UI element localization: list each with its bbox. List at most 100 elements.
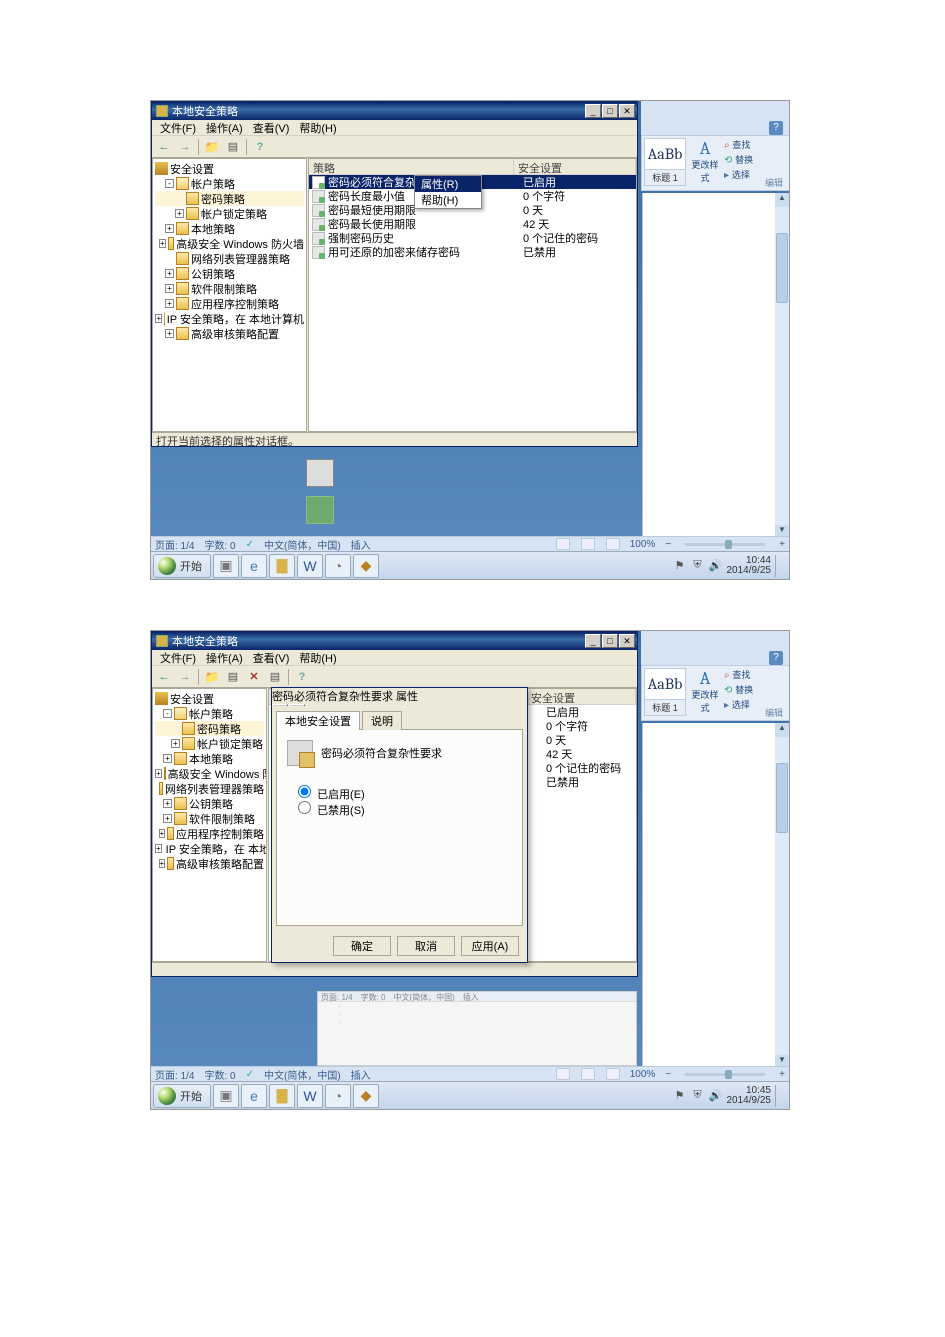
context-menu-properties[interactable]: 属性(R): [415, 176, 481, 192]
cancel-button[interactable]: 取消: [397, 936, 455, 956]
tray-network-icon[interactable]: ⛨: [691, 1089, 705, 1103]
expander[interactable]: +: [155, 844, 162, 853]
taskbar-server-manager[interactable]: ▣: [213, 554, 239, 578]
expander[interactable]: -: [163, 709, 172, 718]
scroll-thumb[interactable]: [776, 763, 788, 833]
zoom-pct[interactable]: 100%: [630, 1069, 656, 1080]
status-lang[interactable]: 中文(简体，中国): [264, 537, 341, 552]
ribbon-help-icon[interactable]: ?: [769, 651, 783, 665]
up-button[interactable]: [202, 138, 222, 156]
tree-item[interactable]: +IP 安全策略，在 本地计算: [155, 841, 264, 856]
view-read-icon[interactable]: [581, 1068, 595, 1080]
zoom-minus[interactable]: −: [665, 1069, 671, 1080]
expander[interactable]: +: [155, 314, 162, 323]
column-policy[interactable]: 策略: [309, 159, 514, 174]
scroll-up-arrow[interactable]: ▲: [775, 723, 789, 737]
scroll-thumb[interactable]: [776, 233, 788, 303]
taskbar-disk[interactable]: ◔: [325, 554, 351, 578]
forward-button[interactable]: [175, 138, 195, 156]
tree-item[interactable]: -帐户策略: [155, 706, 264, 721]
expander[interactable]: +: [171, 739, 180, 748]
view-print-icon[interactable]: [556, 1068, 570, 1080]
menu-view[interactable]: 查看(V): [249, 650, 294, 666]
status-proof-icon[interactable]: ✓: [246, 1069, 254, 1080]
style-gallery-item[interactable]: AaBb 标题 1: [644, 668, 686, 716]
list-row[interactable]: 密码最长使用期限42 天: [309, 217, 636, 231]
tray-flag-icon[interactable]: ⚑: [673, 1089, 687, 1103]
view-web-icon[interactable]: [606, 538, 620, 550]
menu-action[interactable]: 操作(A): [202, 650, 247, 666]
status-page[interactable]: 页面: 1/4: [155, 537, 194, 552]
show-desktop-button[interactable]: [775, 555, 783, 577]
menu-view[interactable]: 查看(V): [249, 120, 294, 136]
scroll-up-arrow[interactable]: ▲: [775, 193, 789, 207]
status-page[interactable]: 页面: 1/4: [155, 1067, 194, 1082]
start-button[interactable]: 开始: [153, 554, 211, 578]
expander[interactable]: -: [165, 179, 174, 188]
apply-button[interactable]: 应用(A): [461, 936, 519, 956]
tree-item[interactable]: 密码策略: [155, 191, 304, 206]
zoom-slider[interactable]: [685, 1073, 765, 1076]
status-words[interactable]: 字数: 0: [204, 1067, 235, 1082]
titlebar[interactable]: 本地安全策略 _ □ ✕: [152, 102, 637, 120]
taskbar-secpol[interactable]: ◆: [353, 1084, 379, 1108]
vertical-scrollbar[interactable]: ▲ ▼: [775, 723, 789, 1069]
desktop-icon-recycle[interactable]: [296, 459, 344, 489]
taskbar-explorer[interactable]: ▇: [269, 1084, 295, 1108]
tree-item[interactable]: +本地策略: [155, 751, 264, 766]
maximize-button[interactable]: □: [602, 104, 618, 118]
menu-action[interactable]: 操作(A): [202, 120, 247, 136]
help-button[interactable]: [250, 138, 270, 156]
taskbar-explorer[interactable]: ▇: [269, 554, 295, 578]
change-styles-button[interactable]: A 更改样式: [690, 668, 720, 716]
list-row[interactable]: 强制密码历史0 个记住的密码: [309, 231, 636, 245]
status-mode[interactable]: 插入: [351, 537, 371, 552]
expander[interactable]: +: [163, 754, 172, 763]
tree-item[interactable]: 密码策略: [155, 721, 264, 736]
expander[interactable]: +: [159, 829, 166, 838]
menu-help[interactable]: 帮助(H): [295, 120, 340, 136]
select-button[interactable]: 选择: [724, 168, 768, 183]
tree-item[interactable]: +帐户锁定策略: [155, 736, 264, 751]
zoom-pct[interactable]: 100%: [630, 539, 656, 550]
back-button[interactable]: [154, 668, 174, 686]
close-button[interactable]: ✕: [619, 634, 635, 648]
tree-pane[interactable]: 安全设置 -帐户策略密码策略+帐户锁定策略+本地策略+高级安全 Windows …: [152, 688, 267, 962]
properties-button[interactable]: [223, 668, 243, 686]
list-view-button[interactable]: [265, 668, 285, 686]
start-button[interactable]: 开始: [153, 1084, 211, 1108]
tree-item[interactable]: 网络列表管理器策略: [155, 251, 304, 266]
document-area[interactable]: [642, 723, 775, 1069]
status-proof-icon[interactable]: ✓: [246, 539, 254, 550]
list-row[interactable]: 用可还原的加密来储存密码已禁用: [309, 245, 636, 259]
tray-sound-icon[interactable]: 🔊: [709, 559, 723, 573]
status-lang[interactable]: 中文(简体，中国): [264, 1067, 341, 1082]
status-mode[interactable]: 插入: [351, 1067, 371, 1082]
select-button[interactable]: 选择: [724, 698, 768, 713]
context-menu-help[interactable]: 帮助(H): [415, 192, 481, 208]
expander[interactable]: +: [163, 814, 172, 823]
taskbar-word[interactable]: W: [297, 1084, 323, 1108]
tray-network-icon[interactable]: ⛨: [691, 559, 705, 573]
view-print-icon[interactable]: [556, 538, 570, 550]
find-button[interactable]: 查找: [724, 668, 768, 683]
expander[interactable]: +: [165, 329, 174, 338]
tray-sound-icon[interactable]: 🔊: [709, 1089, 723, 1103]
tree-item[interactable]: +高级审核策略配置: [155, 856, 264, 871]
expander[interactable]: +: [165, 269, 174, 278]
dialog-titlebar[interactable]: 密码必须符合复杂性要求 属性 ? ✕: [272, 688, 527, 706]
tree-item[interactable]: +帐户锁定策略: [155, 206, 304, 221]
tree-item[interactable]: +应用程序控制策略: [155, 826, 264, 841]
replace-button[interactable]: 替换: [724, 683, 768, 698]
ribbon-help-icon[interactable]: ?: [769, 121, 783, 135]
tree-item[interactable]: +公钥策略: [155, 796, 264, 811]
zoom-plus[interactable]: +: [779, 1069, 785, 1080]
list-header[interactable]: 策略 安全设置: [309, 159, 636, 175]
tree-item[interactable]: +软件限制策略: [155, 281, 304, 296]
expander[interactable]: +: [163, 799, 172, 808]
expander[interactable]: +: [175, 209, 184, 218]
taskbar-ie[interactable]: e: [241, 1084, 267, 1108]
tab-local-setting[interactable]: 本地安全设置: [276, 711, 360, 730]
tray-flag-icon[interactable]: ⚑: [673, 559, 687, 573]
show-desktop-button[interactable]: [775, 1085, 783, 1107]
